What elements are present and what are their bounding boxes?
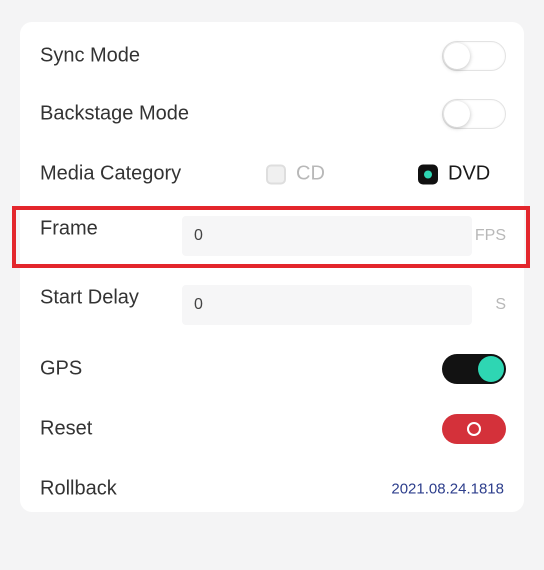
toggle-knob [444, 101, 470, 127]
media-category-label: Media Category [40, 162, 182, 185]
gps-label: GPS [40, 357, 83, 380]
checkbox-checked-icon [418, 164, 438, 184]
gps-row: GPS [20, 340, 524, 398]
media-option-dvd-label: DVD [448, 162, 491, 185]
highlight-box [12, 206, 530, 268]
sync-mode-row: Sync Mode [20, 27, 524, 85]
reset-button[interactable] [442, 414, 506, 444]
start-delay-input[interactable] [182, 285, 472, 325]
start-delay-row: Start Delay S [20, 276, 524, 334]
start-delay-label: Start Delay [40, 286, 139, 309]
circle-icon [467, 422, 481, 436]
toggle-knob [444, 43, 470, 69]
media-category-row: Media Category CD DVD [20, 145, 524, 203]
backstage-mode-toggle[interactable] [442, 99, 506, 129]
media-option-cd-label: CD [296, 162, 325, 185]
reset-label: Reset [40, 417, 93, 440]
media-option-dvd[interactable]: DVD [418, 163, 490, 186]
backstage-mode-row: Backstage Mode [20, 85, 524, 143]
toggle-knob [478, 356, 504, 382]
checkbox-unchecked-icon [266, 164, 286, 184]
gps-toggle[interactable] [442, 354, 506, 384]
start-delay-unit: S [495, 296, 506, 313]
reset-row: Reset [20, 400, 524, 458]
rollback-row[interactable]: Rollback 2021.08.24.1818 [20, 460, 524, 518]
sync-mode-label: Sync Mode [40, 44, 141, 67]
media-option-cd[interactable]: CD [266, 163, 325, 186]
backstage-mode-label: Backstage Mode [40, 102, 189, 125]
sync-mode-toggle[interactable] [442, 41, 506, 71]
rollback-version[interactable]: 2021.08.24.1818 [391, 481, 504, 498]
rollback-label: Rollback [40, 477, 117, 500]
